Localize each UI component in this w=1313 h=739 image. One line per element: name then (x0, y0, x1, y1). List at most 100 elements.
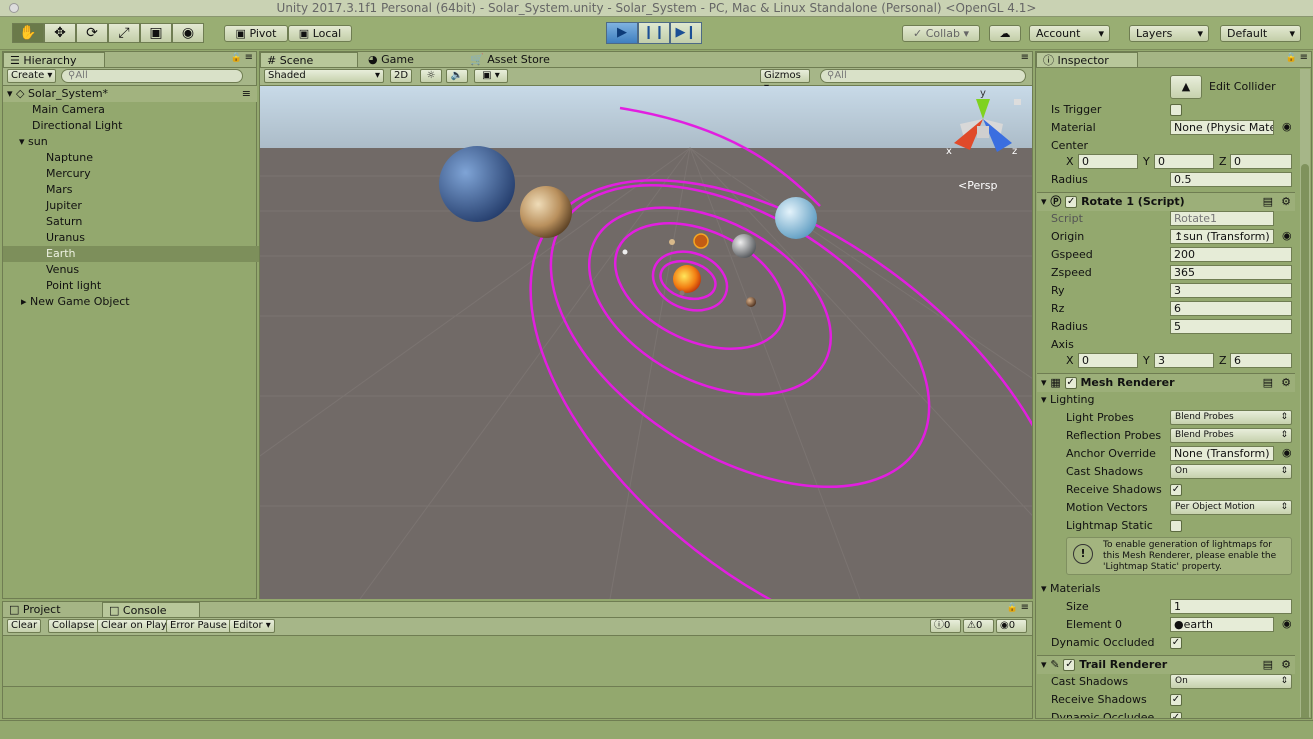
help-book-icon[interactable]: ▤ (1263, 656, 1273, 674)
hierarchy-item-mars[interactable]: Mars (3, 182, 300, 198)
component-enabled-checkbox[interactable]: ✓ (1063, 659, 1076, 671)
menu-icon[interactable]: ≡ (1021, 602, 1029, 613)
mercury-planet[interactable] (622, 249, 628, 255)
tab-project[interactable]: □ Project (3, 602, 99, 617)
help-book-icon[interactable]: ▤ (1263, 193, 1273, 211)
element0-field[interactable]: ●earth (1170, 617, 1274, 632)
receive-shadows-checkbox[interactable]: ✓ (1170, 484, 1182, 496)
saturn-planet[interactable] (732, 234, 756, 258)
gear-icon[interactable]: ⚙ (1281, 656, 1291, 674)
mars-planet[interactable] (746, 297, 756, 307)
editor-dropdown[interactable]: Editor ▾ (229, 619, 275, 633)
lighting-toggle-icon[interactable]: ☼ (420, 69, 442, 83)
account-dropdown[interactable]: Account ▾ (1029, 25, 1110, 42)
mesh-renderer-header[interactable]: ▾ ▦ ✓ Mesh Renderer ▤ ⚙ (1037, 373, 1295, 392)
hierarchy-item-jupiter[interactable]: Jupiter (3, 198, 300, 214)
audio-toggle-icon[interactable]: 🔈 (446, 69, 468, 83)
motion-vectors-dropdown[interactable]: Per Object Motion ⇕ (1170, 500, 1292, 515)
jupiter-planet[interactable] (520, 186, 572, 238)
sun-object[interactable] (673, 265, 701, 293)
dynamic-occludee-checkbox[interactable]: ✓ (1170, 712, 1182, 718)
cast-shadows-dropdown[interactable]: On ⇕ (1170, 464, 1292, 479)
transform-tool-icon[interactable]: ◉ (172, 23, 204, 43)
center-x-field[interactable]: 0 (1078, 154, 1138, 169)
expand-arrow-icon[interactable]: ▾ (7, 87, 13, 100)
gear-icon[interactable]: ⚙ (1281, 193, 1291, 211)
scene-menu-icon[interactable]: ≡ (242, 86, 251, 102)
cloud-button[interactable]: ☁ (989, 25, 1021, 42)
lock-icon[interactable]: 🔒 (1286, 53, 1297, 63)
tab-inspector[interactable]: ⓘ Inspector (1036, 52, 1138, 67)
move-tool-icon[interactable]: ✥ (44, 23, 76, 43)
play-button[interactable]: ▶ (606, 22, 638, 44)
dynamic-occluded-checkbox[interactable]: ✓ (1170, 637, 1182, 649)
menu-icon[interactable]: ≡ (245, 52, 253, 63)
layers-dropdown[interactable]: Layers ▾ (1129, 25, 1209, 42)
edit-collider-button[interactable]: ▲ (1170, 75, 1202, 99)
menu-icon[interactable]: ≡ (1021, 52, 1029, 63)
gspeed-field[interactable]: 200 (1170, 247, 1292, 262)
center-z-field[interactable]: 0 (1230, 154, 1292, 169)
scale-tool-icon[interactable]: ⤢ (108, 23, 140, 43)
scene-row[interactable]: ▾ ◇ Solar_System* ≡ (3, 86, 257, 102)
hierarchy-search-input[interactable]: ⚲All (61, 69, 243, 83)
scene-search-input[interactable]: ⚲All (820, 69, 1026, 83)
anchor-override-field[interactable]: None (Transform) (1170, 446, 1274, 461)
scene-viewport[interactable]: y x z <Persp (260, 86, 1032, 599)
pause-button[interactable]: ❙❙ (638, 22, 670, 44)
foldout-arrow-icon[interactable]: ▾ (1041, 195, 1047, 208)
scene-render[interactable]: y x z (260, 86, 1032, 599)
rz-field[interactable]: 6 (1170, 301, 1292, 316)
object-picker-icon[interactable]: ◉ (1282, 120, 1292, 133)
projection-label[interactable]: <Persp (958, 179, 997, 192)
small-moon[interactable] (679, 290, 685, 296)
axis-z-field[interactable]: 6 (1230, 353, 1292, 368)
tab-scene[interactable]: # Scene (260, 52, 358, 67)
tab-asset-store[interactable]: 🛒 Asset Store (464, 52, 574, 67)
error-pause-button[interactable]: Error Pause (166, 619, 231, 633)
gizmo-center-cube[interactable] (977, 126, 989, 138)
window-close-button[interactable] (9, 3, 19, 13)
radius-field[interactable]: 0.5 (1170, 172, 1292, 187)
clear-on-play-button[interactable]: Clear on Play (97, 619, 171, 633)
collapse-button[interactable]: Collapse (48, 619, 99, 633)
light-probes-dropdown[interactable]: Blend Probes ⇕ (1170, 410, 1292, 425)
expand-arrow-icon[interactable]: ▾ (19, 135, 25, 148)
menu-icon[interactable]: ≡ (1300, 52, 1308, 63)
is-trigger-checkbox[interactable] (1170, 104, 1182, 116)
materials-foldout[interactable]: ▾ Materials (1041, 581, 1100, 596)
lightmap-static-checkbox[interactable] (1170, 520, 1182, 532)
pivot-toggle[interactable]: ▣ Pivot (224, 25, 288, 42)
rotate-script-header[interactable]: ▾ Ⓟ ✓ Rotate 1 (Script) ▤ ⚙ (1037, 192, 1295, 211)
component-enabled-checkbox[interactable]: ✓ (1064, 377, 1077, 389)
inspector-scrollbar[interactable] (1300, 69, 1310, 718)
create-dropdown[interactable]: Create ▾ (7, 69, 57, 83)
origin-field[interactable]: ↥sun (Transform) (1170, 229, 1274, 244)
size-field[interactable]: 1 (1170, 599, 1292, 614)
hierarchy-item-point-light[interactable]: Point light (3, 278, 300, 294)
lighting-foldout[interactable]: ▾ Lighting (1041, 392, 1095, 407)
rect-tool-icon[interactable]: ▣ (140, 23, 172, 43)
hand-tool-icon[interactable]: ✋ (12, 23, 44, 43)
center-y-field[interactable]: 0 (1154, 154, 1214, 169)
mode-2d-toggle[interactable]: 2D (390, 69, 412, 83)
foldout-arrow-icon[interactable]: ▾ (1041, 376, 1047, 389)
uranus-planet[interactable] (775, 197, 817, 239)
clear-button[interactable]: Clear (7, 619, 42, 633)
ry-field[interactable]: 3 (1170, 283, 1292, 298)
object-picker-icon[interactable]: ◉ (1282, 229, 1292, 242)
axis-y-field[interactable]: 3 (1154, 353, 1214, 368)
hierarchy-item-mercury[interactable]: Mercury (3, 166, 300, 182)
step-button[interactable]: ▶❙ (670, 22, 702, 44)
venus-planet[interactable] (669, 239, 675, 245)
tab-hierarchy[interactable]: ☰ Hierarchy (3, 52, 105, 67)
zspeed-field[interactable]: 365 (1170, 265, 1292, 280)
component-enabled-checkbox[interactable]: ✓ (1065, 196, 1078, 208)
hierarchy-item-venus[interactable]: Venus (3, 262, 300, 278)
trail-renderer-header[interactable]: ▾ ✎ ✓ Trail Renderer ▤ ⚙ (1037, 655, 1295, 674)
neptune-planet[interactable] (439, 146, 515, 222)
object-picker-icon[interactable]: ◉ (1282, 446, 1292, 459)
local-toggle[interactable]: ▣ Local (288, 25, 352, 42)
reflection-probes-dropdown[interactable]: Blend Probes ⇕ (1170, 428, 1292, 443)
gizmos-dropdown[interactable]: Gizmos ▾ (760, 69, 810, 93)
